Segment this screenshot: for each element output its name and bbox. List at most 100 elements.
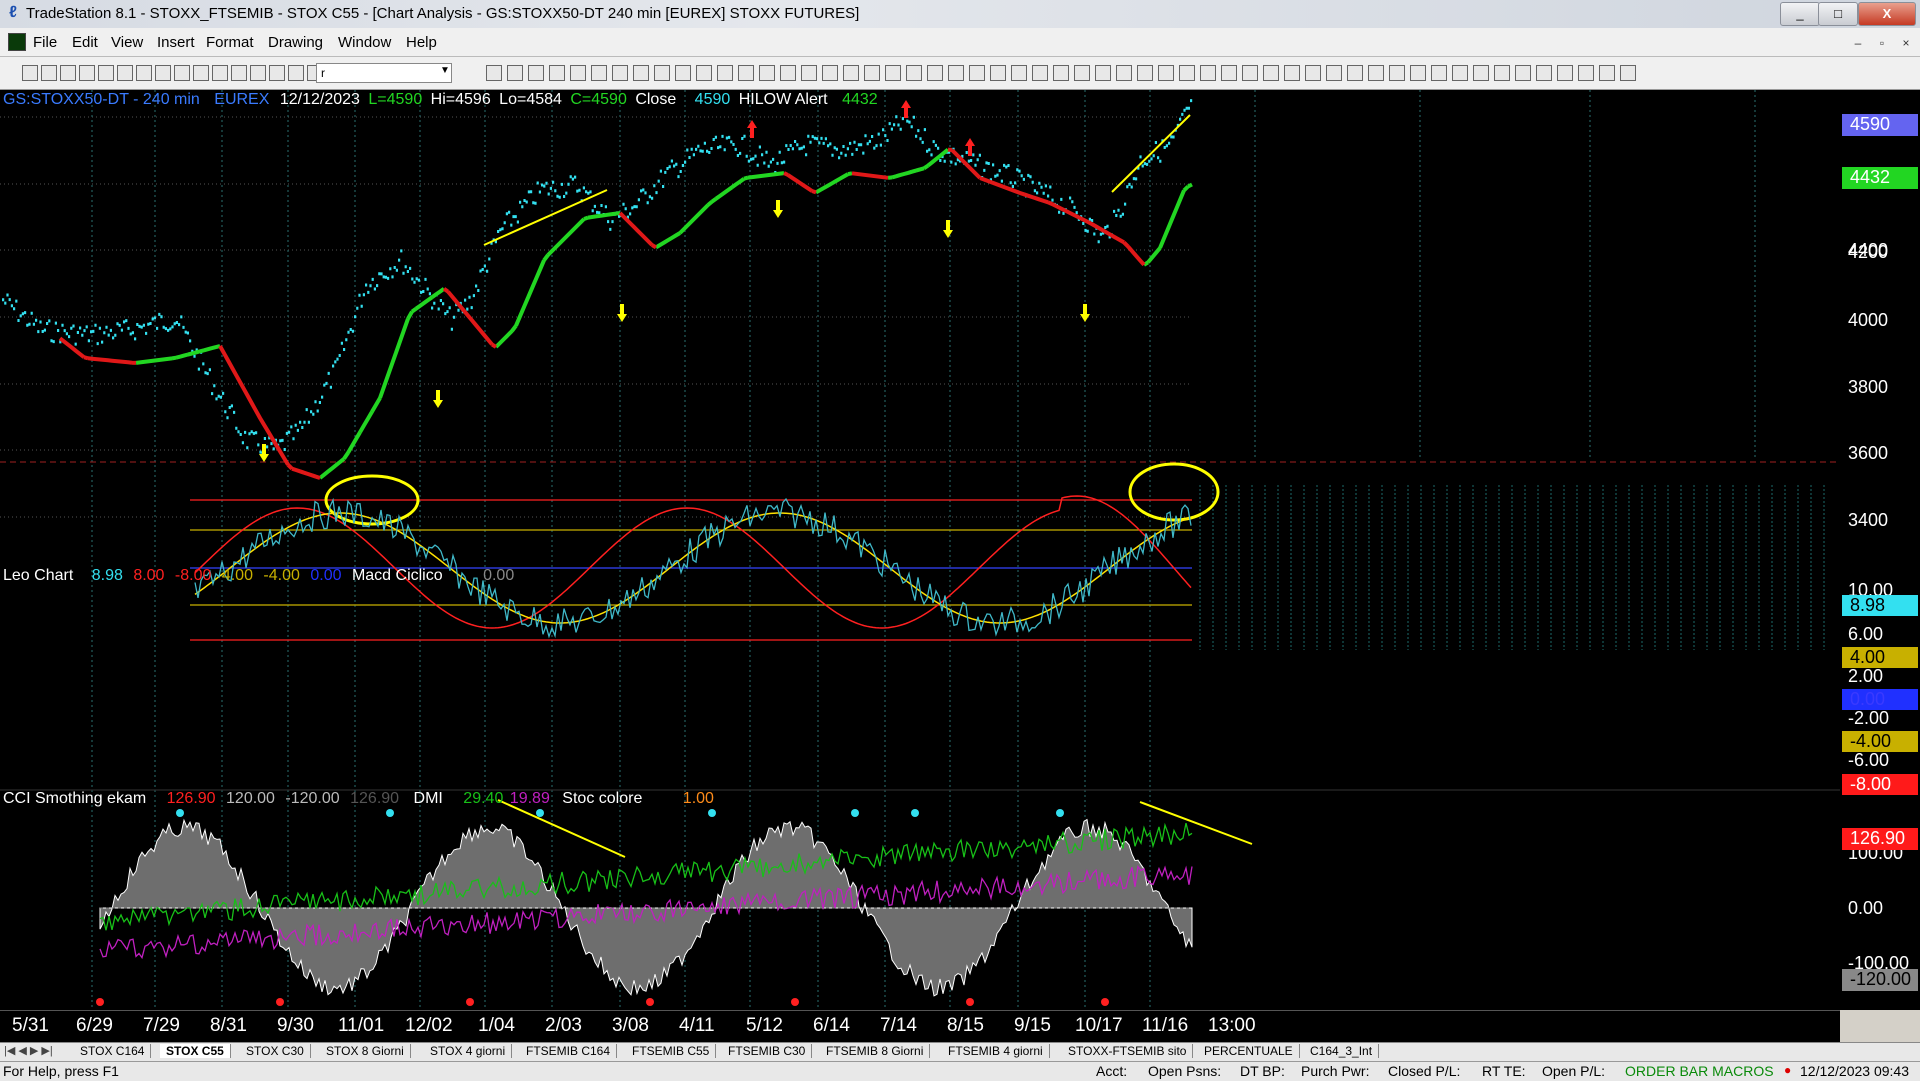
toolbar-tool-icon[interactable] [507, 65, 523, 81]
toolbar-tool-icon[interactable] [696, 65, 712, 81]
toolbar-tool-icon[interactable] [990, 65, 1006, 81]
toolbar-tool-icon[interactable] [1452, 65, 1468, 81]
toolbar-tool-icon[interactable] [633, 65, 649, 81]
toolbar-tool-icon[interactable] [549, 65, 565, 81]
toolbar-tool-icon[interactable] [1200, 65, 1216, 81]
toolbar-tool-icon[interactable] [212, 65, 228, 81]
toolbar-tool-icon[interactable] [948, 65, 964, 81]
toolbar-tool-icon[interactable] [22, 65, 38, 81]
toolbar-tool-icon[interactable] [79, 65, 95, 81]
toolbar-tool-icon[interactable] [174, 65, 190, 81]
toolbar-tool-icon[interactable] [1389, 65, 1405, 81]
toolbar-tool-icon[interactable] [1263, 65, 1279, 81]
toolbar-tool-icon[interactable] [1095, 65, 1111, 81]
tab-stox-c164[interactable]: STOX C164 [74, 1044, 152, 1058]
toolbar-tool-icon[interactable] [822, 65, 838, 81]
toolbar-tool-icon[interactable] [1116, 65, 1132, 81]
tab-stox-8-giorni[interactable]: STOX 8 Giorni [320, 1044, 411, 1058]
close-button[interactable]: X [1858, 2, 1916, 26]
tab-stox-c55[interactable]: STOX C55 [160, 1044, 231, 1058]
chart-canvas[interactable] [0, 90, 1920, 1010]
status-macros[interactable]: ORDER BAR MACROS [1625, 1063, 1774, 1079]
toolbar-tool-icon[interactable] [98, 65, 114, 81]
toolbar-tool-icon[interactable] [1032, 65, 1048, 81]
toolbar-tool-icon[interactable] [969, 65, 985, 81]
toolbar-tool-icon[interactable] [1053, 65, 1069, 81]
toolbar-tool-icon[interactable] [117, 65, 133, 81]
toolbar-tool-icon[interactable] [885, 65, 901, 81]
toolbar-tool-icon[interactable] [612, 65, 628, 81]
mdi-restore-icon[interactable]: ▫ [1872, 34, 1892, 52]
menu-insert[interactable]: Insert [157, 34, 195, 51]
menu-file[interactable]: File [33, 34, 57, 51]
toolbar-tool-icon[interactable] [1368, 65, 1384, 81]
toolbar-tool-icon[interactable] [155, 65, 171, 81]
menu-drawing[interactable]: Drawing [268, 34, 323, 51]
toolbar-tool-icon[interactable] [1620, 65, 1636, 81]
toolbar-tool-icon[interactable] [591, 65, 607, 81]
tab-ftsemib-4-giorni[interactable]: FTSEMIB 4 giorni [942, 1044, 1050, 1058]
toolbar-tool-icon[interactable] [1221, 65, 1237, 81]
toolbar-tool-icon[interactable] [927, 65, 943, 81]
toolbar-tool-icon[interactable] [250, 65, 266, 81]
toolbar-tool-icon[interactable] [1599, 65, 1615, 81]
toolbar-tool-icon[interactable] [1074, 65, 1090, 81]
menu-edit[interactable]: Edit [72, 34, 98, 51]
tab-scroll-icons[interactable]: |◀ ◀ ▶ ▶| [4, 1044, 53, 1057]
mdi-minimize-icon[interactable]: – [1848, 34, 1868, 52]
toolbar-tool-icon[interactable] [675, 65, 691, 81]
toolbar-tool-icon[interactable] [269, 65, 285, 81]
toolbar-tool-icon[interactable] [1494, 65, 1510, 81]
combo-dropdown-icon[interactable]: ▼ [440, 65, 450, 76]
tab-c164-3-int[interactable]: C164_3_Int [1304, 1044, 1380, 1058]
toolbar-tool-icon[interactable] [906, 65, 922, 81]
toolbar-tool-icon[interactable] [1515, 65, 1531, 81]
toolbar-tool-icon[interactable] [780, 65, 796, 81]
toolbar-tool-icon[interactable] [1242, 65, 1258, 81]
maximize-button[interactable]: □ [1818, 2, 1858, 26]
toolbar-tool-icon[interactable] [231, 65, 247, 81]
menu-view[interactable]: View [111, 34, 143, 51]
tab-ftsemib-8-giorni[interactable]: FTSEMIB 8 Giorni [820, 1044, 931, 1058]
tab-stoxx-ftsemib-sito[interactable]: STOXX-FTSEMIB sito [1062, 1044, 1194, 1058]
toolbar-tool-icon[interactable] [1557, 65, 1573, 81]
toolbar-tool-icon[interactable] [288, 65, 304, 81]
toolbar-tool-icon[interactable] [41, 65, 57, 81]
toolbar-tool-icon[interactable] [570, 65, 586, 81]
toolbar-tool-icon[interactable] [1011, 65, 1027, 81]
menu-help[interactable]: Help [406, 34, 437, 51]
toolbar-tool-icon[interactable] [1473, 65, 1489, 81]
toolbar-tool-icon[interactable] [1137, 65, 1153, 81]
tab-ftsemib-c55[interactable]: FTSEMIB C55 [626, 1044, 717, 1058]
mdi-close-icon[interactable]: × [1896, 34, 1916, 52]
toolbar-tool-icon[interactable] [1158, 65, 1174, 81]
symbol-combo[interactable]: r [316, 63, 452, 83]
toolbar-tool-icon[interactable] [843, 65, 859, 81]
chart-area[interactable] [0, 90, 1920, 1010]
tab-stox-4-giorni[interactable]: STOX 4 giorni [424, 1044, 513, 1058]
toolbar-tool-icon[interactable] [1179, 65, 1195, 81]
minimize-button[interactable]: _ [1780, 2, 1820, 26]
toolbar-tool-icon[interactable] [1326, 65, 1342, 81]
toolbar-tool-icon[interactable] [1536, 65, 1552, 81]
toolbar-tool-icon[interactable] [193, 65, 209, 81]
toolbar-tool-icon[interactable] [1347, 65, 1363, 81]
toolbar-tool-icon[interactable] [528, 65, 544, 81]
tab-stox-c30[interactable]: STOX C30 [240, 1044, 311, 1058]
tab-ftsemib-c30[interactable]: FTSEMIB C30 [722, 1044, 813, 1058]
toolbar-tool-icon[interactable] [1431, 65, 1447, 81]
toolbar-tool-icon[interactable] [654, 65, 670, 81]
menu-window[interactable]: Window [338, 34, 391, 51]
toolbar-tool-icon[interactable] [738, 65, 754, 81]
tab-ftsemib-c164[interactable]: FTSEMIB C164 [520, 1044, 618, 1058]
menu-format[interactable]: Format [206, 34, 254, 51]
toolbar-tool-icon[interactable] [864, 65, 880, 81]
toolbar-tool-icon[interactable] [486, 65, 502, 81]
toolbar-tool-icon[interactable] [1284, 65, 1300, 81]
tab-percentuale[interactable]: PERCENTUALE [1198, 1044, 1300, 1058]
toolbar-tool-icon[interactable] [1410, 65, 1426, 81]
toolbar-tool-icon[interactable] [717, 65, 733, 81]
toolbar-tool-icon[interactable] [759, 65, 775, 81]
toolbar-tool-icon[interactable] [136, 65, 152, 81]
toolbar-tool-icon[interactable] [1578, 65, 1594, 81]
